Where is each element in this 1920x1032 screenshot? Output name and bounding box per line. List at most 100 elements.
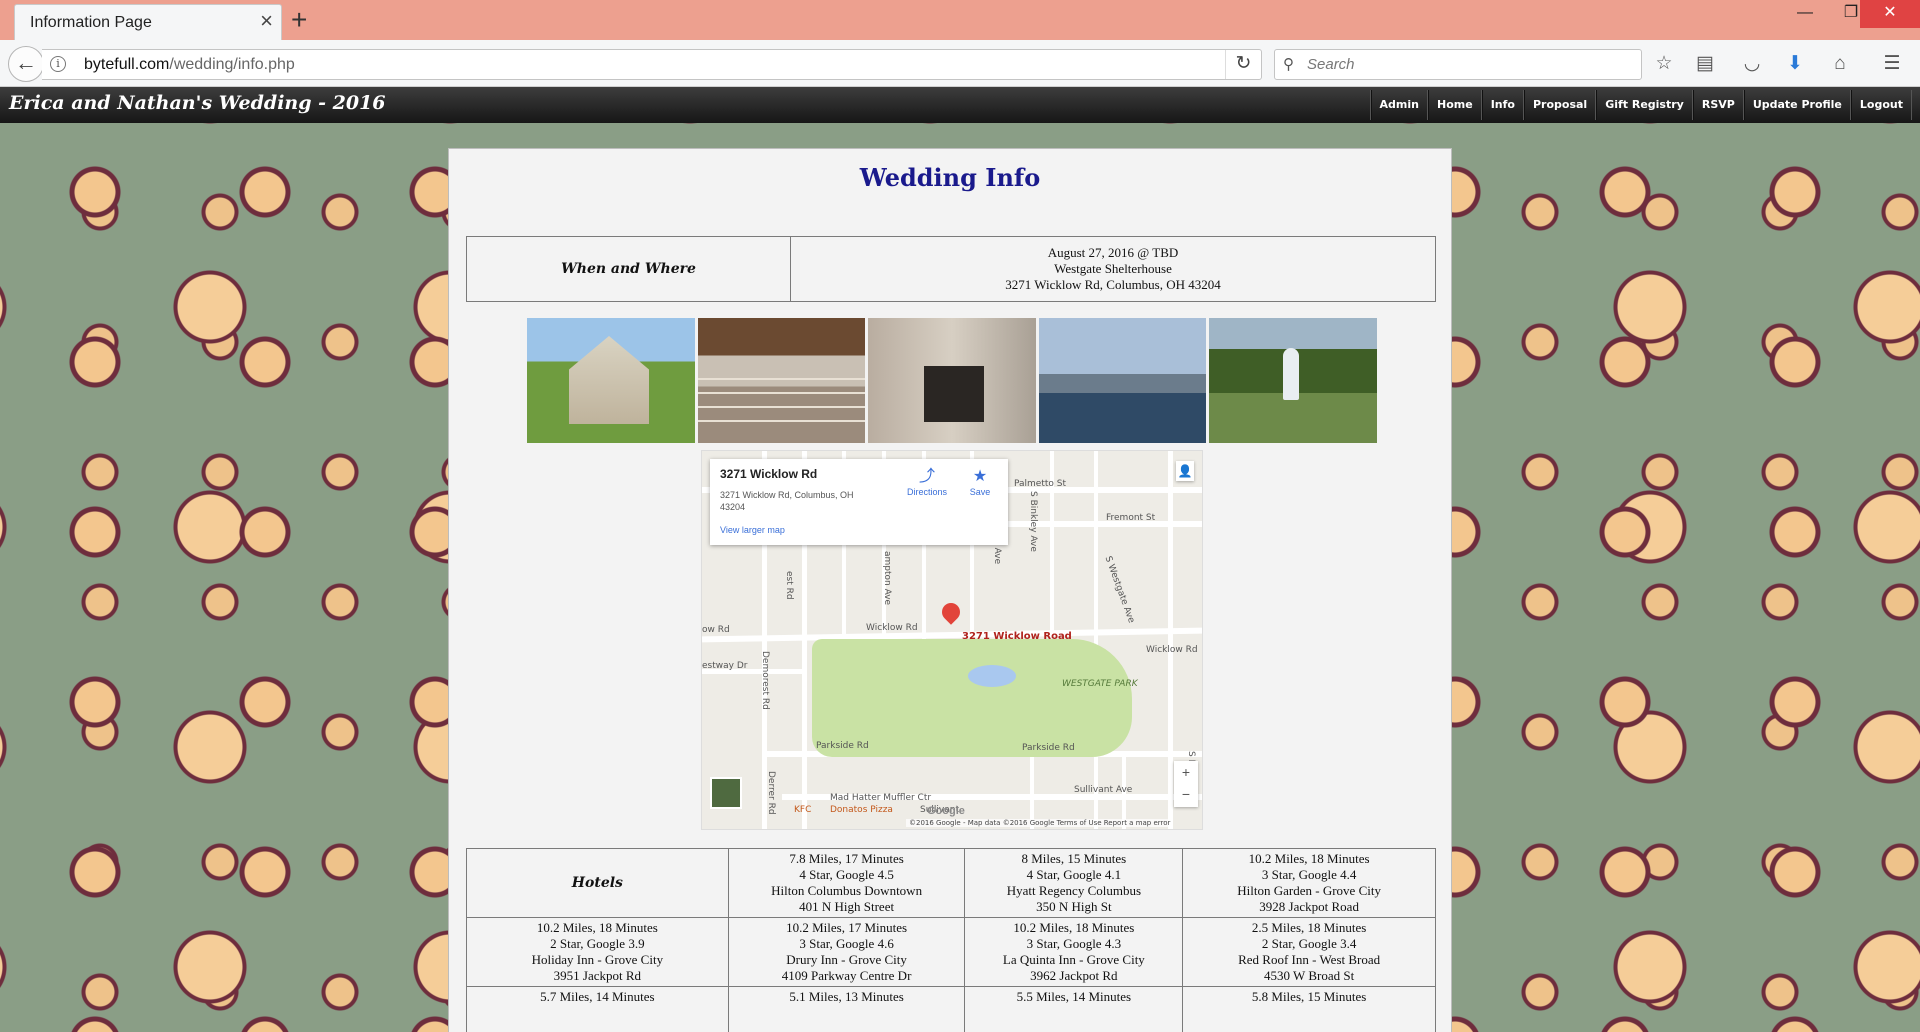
nav-info[interactable]: Info — [1481, 90, 1524, 120]
hotel-cell: 10.2 Miles, 18 Minutes 3 Star, Google 4.… — [1182, 848, 1436, 918]
hotel-address: 3951 Jackpot Rd — [553, 968, 642, 983]
hotel-distance: 2.5 Miles, 18 Minutes — [1251, 920, 1367, 935]
hotel-name: Holiday Inn - Grove City — [531, 952, 664, 967]
hotel-address: 350 N High St — [1036, 899, 1112, 914]
park-label: WESTGATE PARK — [1062, 679, 1138, 689]
hotel-distance: 10.2 Miles, 18 Minutes — [1248, 851, 1370, 866]
info-icon[interactable]: i — [50, 56, 66, 72]
bookmark-star-icon[interactable]: ☆ — [1652, 52, 1676, 76]
directions-label: Directions — [906, 487, 947, 497]
hotels-table: Hotels 7.8 Miles, 17 Minutes 4 Star, Goo… — [466, 848, 1436, 1032]
hotel-cell: 2.5 Miles, 18 Minutes 2 Star, Google 3.4… — [1182, 917, 1436, 987]
hotel-distance: 8 Miles, 15 Minutes — [1021, 851, 1127, 866]
reading-list-icon[interactable]: ▤ — [1693, 52, 1717, 76]
table-row: Hotels 7.8 Miles, 17 Minutes 4 Star, Goo… — [466, 848, 1436, 918]
hotel-name: Drury Inn - Grove City — [786, 952, 907, 967]
directions-button[interactable]: ⤴ Directions — [902, 467, 952, 497]
when-where-table: When and Where August 27, 2016 @ TBD Wes… — [466, 236, 1436, 302]
page-background: Erica and Nathan's Wedding - 2016 Admin … — [0, 87, 1920, 1032]
photo-fireplace[interactable] — [868, 318, 1036, 443]
nav-rsvp[interactable]: RSVP — [1692, 90, 1744, 120]
street-label: Palmetto St — [1014, 479, 1067, 489]
photo-shelterhouse[interactable] — [527, 318, 695, 443]
nav-home[interactable]: Home — [1428, 90, 1482, 120]
site-header: Erica and Nathan's Wedding - 2016 Admin … — [0, 87, 1920, 123]
tab-title: Information Page — [30, 14, 152, 31]
street-label: estway Dr — [702, 661, 748, 671]
hotel-cell: 10.2 Miles, 18 Minutes 3 Star, Google 4.… — [964, 917, 1184, 987]
hotel-name: Hilton Columbus Downtown — [771, 883, 923, 898]
pegman-icon[interactable]: 👤 — [1176, 461, 1194, 481]
search-placeholder: Search — [1307, 56, 1355, 73]
download-icon[interactable]: ⬇ — [1783, 52, 1807, 76]
save-button[interactable]: ★ Save — [960, 467, 1000, 497]
map-footer: ©2016 Google - Map data ©2016 Google Ter… — [906, 819, 1174, 827]
hotel-distance: 10.2 Miles, 18 Minutes — [536, 920, 658, 935]
nav-admin[interactable]: Admin — [1370, 90, 1428, 120]
poi-label: Donatos Pizza — [830, 805, 893, 815]
hotel-cell: 5.5 Miles, 14 Minutes — [964, 986, 1184, 1032]
event-date: August 27, 2016 @ TBD — [1047, 245, 1179, 260]
hotel-distance: 7.8 Miles, 17 Minutes — [789, 851, 904, 866]
google-logo: Google — [927, 805, 965, 817]
map-road — [1168, 451, 1173, 829]
street-label: Sullivant Ave — [1074, 785, 1133, 795]
hotel-cell: 5.1 Miles, 13 Minutes — [727, 986, 966, 1032]
google-map[interactable]: WESTGATE PARK Palmetto St Fremont St Wic… — [701, 450, 1203, 830]
url-bar[interactable]: i bytefull.com/wedding/info.php ↻ — [42, 49, 1262, 80]
table-row: 5.7 Miles, 14 Minutes 5.1 Miles, 13 Minu… — [466, 986, 1436, 1032]
photo-interior[interactable] — [697, 318, 866, 443]
home-icon[interactable]: ⌂ — [1828, 52, 1852, 76]
street-label: Parkside Rd — [1022, 743, 1075, 753]
hotel-rating: 4 Star, Google 4.5 — [799, 867, 894, 882]
hotel-rating: 4 Star, Google 4.1 — [1026, 867, 1122, 882]
search-icon: ⚲ — [1283, 56, 1294, 73]
search-input[interactable]: ⚲ Search — [1274, 49, 1642, 80]
pocket-icon[interactable]: ◡ — [1740, 52, 1764, 76]
map-marker-icon[interactable] — [938, 599, 964, 625]
hotel-name: Hilton Garden - Grove City — [1237, 883, 1381, 898]
hotel-address: 3928 Jackpot Road — [1259, 899, 1359, 914]
nav-logout[interactable]: Logout — [1850, 90, 1912, 120]
save-label: Save — [969, 487, 991, 497]
site-nav: Admin Home Info Proposal Gift Registry R… — [1369, 90, 1912, 120]
reload-icon[interactable]: ↻ — [1225, 50, 1261, 79]
hotel-name: Hyatt Regency Columbus — [1006, 883, 1142, 898]
photo-patio[interactable] — [1038, 318, 1207, 443]
menu-icon[interactable]: ☰ — [1880, 52, 1904, 76]
zoom-control: + − — [1174, 761, 1198, 807]
minimize-icon[interactable]: — — [1782, 0, 1828, 28]
content-panel: Wedding Info When and Where August 27, 2… — [448, 148, 1452, 1032]
hotel-address: 3962 Jackpot Rd — [1030, 968, 1118, 983]
street-label: S Westgate Ave — [1102, 555, 1137, 625]
back-arrow-icon[interactable]: ← — [8, 46, 44, 82]
table-row: 10.2 Miles, 18 Minutes 2 Star, Google 3.… — [466, 917, 1436, 987]
street-label: Fremont St — [1106, 513, 1156, 523]
street-label: Wicklow Rd — [1146, 645, 1198, 655]
zoom-in-icon[interactable]: + — [1174, 761, 1198, 783]
nav-gift-registry[interactable]: Gift Registry — [1596, 90, 1693, 120]
close-window-icon[interactable]: ✕ — [1860, 0, 1920, 28]
zoom-out-icon[interactable]: − — [1174, 783, 1198, 805]
url-text[interactable]: bytefull.com/wedding/info.php — [84, 56, 295, 74]
marker-label: 3271 Wicklow Road — [962, 631, 1072, 642]
nav-proposal[interactable]: Proposal — [1523, 90, 1597, 120]
park-pond — [968, 665, 1016, 687]
view-larger-map-link[interactable]: View larger map — [720, 525, 785, 535]
site-title: Erica and Nathan's Wedding - 2016 — [9, 92, 386, 114]
new-tab-icon[interactable]: + — [291, 3, 307, 37]
satellite-toggle[interactable] — [710, 777, 742, 809]
street-label: Derrer Rd — [766, 771, 776, 815]
hotel-rating: 2 Star, Google 3.4 — [1261, 936, 1357, 951]
browser-tab[interactable]: Information Page × — [14, 4, 282, 40]
close-tab-icon[interactable]: × — [260, 9, 273, 33]
page-title: Wedding Info — [859, 163, 1041, 192]
map-card-title: 3271 Wicklow Rd — [720, 467, 818, 481]
hotel-distance: 10.2 Miles, 18 Minutes — [1013, 920, 1135, 935]
nav-update-profile[interactable]: Update Profile — [1743, 90, 1851, 120]
photo-fountain[interactable] — [1209, 318, 1377, 443]
venue-photos — [527, 318, 1377, 443]
when-where-details: August 27, 2016 @ TBD Westgate Shelterho… — [790, 236, 1436, 302]
street-label: Wicklow Rd — [866, 623, 918, 633]
url-path: /wedding/info.php — [169, 56, 295, 73]
